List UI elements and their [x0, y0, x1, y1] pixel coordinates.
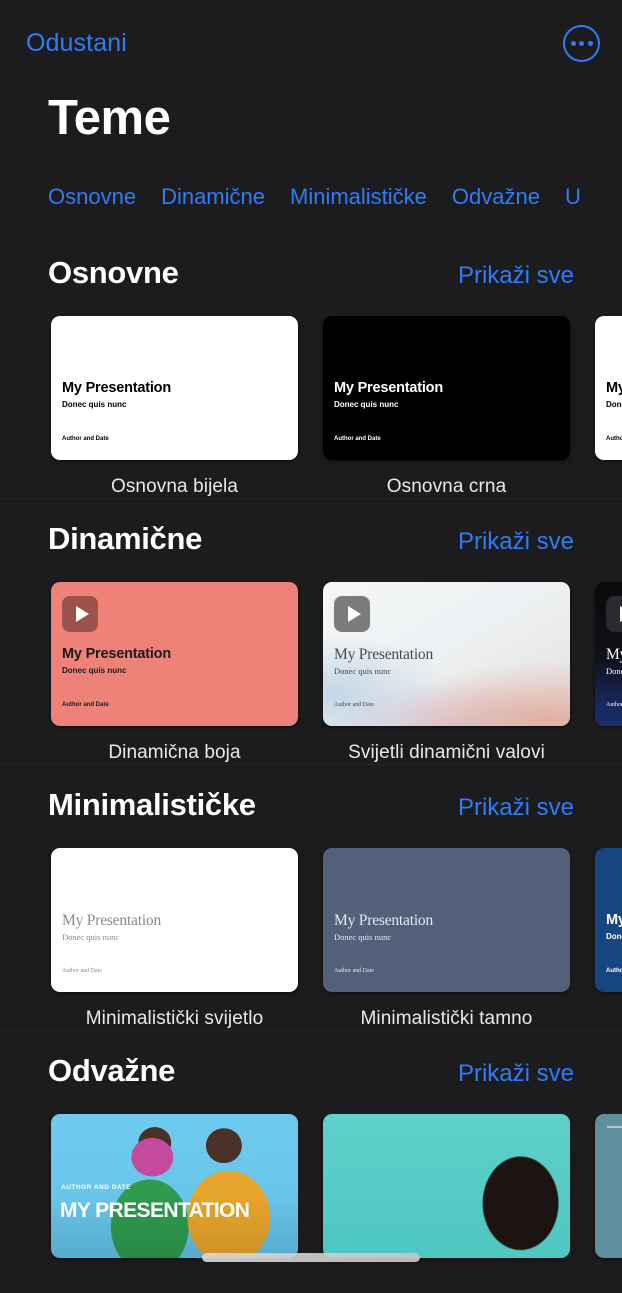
slide-author: Author and Date [62, 436, 109, 442]
theme-card[interactable] [323, 1114, 570, 1274]
slide-subtitle: Donec quis nunc [334, 932, 392, 942]
theme-thumbnail[interactable]: My Presentation Donec quis nunc Author and… [51, 582, 298, 726]
theme-card[interactable]: My Presentation Donec quis nunc Author and… [595, 582, 622, 764]
slide-subtitle: Donec quis nunc [606, 400, 622, 409]
theme-section: Odvažne Prikaži sve AUTHOR AND DATE MY PRES… [0, 1030, 622, 1274]
navigation-bar: Odustani [0, 0, 622, 86]
slide-author: AUTHOR AND DATE [61, 1184, 131, 1191]
section-header: Dinamične Prikaži sve [0, 521, 622, 557]
theme-card-row[interactable]: My Presentation Donec quis nunc Author and… [0, 316, 622, 498]
section-header: Osnovne Prikaži sve [0, 255, 622, 291]
slide-author: Author and Date [606, 436, 622, 442]
slide-subtitle: Donec quis nunc [334, 666, 392, 676]
theme-card[interactable]: My Presentation Donec quis nunc Author and… [51, 316, 298, 498]
tab-minimalističke[interactable]: Minimalističke [290, 184, 427, 210]
theme-card-label: Osnovna bijela [110, 476, 239, 497]
show-all-button[interactable]: Prikaži sve [458, 262, 574, 290]
theme-card[interactable]: My Presentation Donec quis nunc Author and… [595, 316, 622, 498]
slide-title: My Presentation [334, 380, 443, 396]
section-title: Odvažne [48, 1053, 176, 1088]
slide-subtitle: Donec quis nunc [62, 666, 127, 675]
slide-title: My Presentation [334, 646, 434, 663]
section-title: Dinamične [48, 521, 203, 556]
home-indicator[interactable] [202, 1253, 420, 1262]
more-dot-2 [579, 40, 584, 46]
theme-thumbnail[interactable]: My Presentation Donec quis nunc Author and… [595, 316, 622, 460]
theme-card-label: Minimalistički tamno [360, 1008, 533, 1029]
theme-card[interactable]: My Presentation Donec quis nunc Author and… [323, 316, 570, 498]
theme-card-label: Svijetli dinamični valovi [348, 742, 545, 763]
tab-u[interactable]: U [565, 184, 581, 210]
theme-card[interactable]: My Presentation Donec quis nunc Author and… [323, 582, 570, 764]
cancel-button[interactable]: Odustani [26, 29, 127, 58]
slide-title: My Presentation [606, 646, 622, 663]
theme-card[interactable]: My Presentation Donec quis nunc Author and… [595, 848, 622, 1030]
theme-thumbnail[interactable]: My Presentation Donec quis nunc Author and… [51, 316, 298, 460]
theme-thumbnail[interactable]: My Presentation Donec quis nunc Author and… [595, 848, 622, 992]
section-title: Minimalističke [48, 787, 256, 822]
slide-rule [607, 1126, 622, 1128]
theme-card-row[interactable]: My Presentation Donec quis nunc Author and… [0, 582, 622, 764]
slide-subtitle: Donec quis nunc [606, 666, 622, 676]
more-dot-3 [587, 40, 593, 46]
page-title: Teme [48, 91, 171, 145]
tab-osnovne[interactable]: Osnovne [48, 184, 136, 210]
theme-thumbnail[interactable]: My Presentation Donec quis nunc Author and… [323, 848, 570, 992]
theme-card-row[interactable]: My Presentation Donec quis nunc Author and… [0, 848, 622, 1030]
theme-card[interactable]: My Presentation Donec quis nunc Author and… [323, 848, 570, 1030]
slide-author: Author and Date [62, 702, 109, 708]
slide-title: My Presentation [606, 380, 622, 396]
slide-author: Author and Date [334, 436, 381, 442]
slide-author: Author and Date [606, 702, 622, 708]
theme-thumbnail[interactable]: AUTHOR AND DATE MY PRESENTATION [51, 1114, 298, 1258]
slide-author: Author and Date [62, 968, 102, 974]
slide-subtitle: Donec quis nunc [606, 932, 622, 941]
section-header: Odvažne Prikaži sve [0, 1053, 622, 1089]
theme-thumbnail[interactable]: My Presentation Donec quis nunc Author and… [323, 316, 570, 460]
theme-card-label: Minimalistički svijetlo [85, 1008, 264, 1029]
slide-author: Author and Date [606, 968, 622, 974]
theme-card[interactable] [595, 1114, 622, 1274]
theme-card-label: Dinamična boja [108, 742, 241, 763]
slide-subtitle: Donec quis nunc [62, 932, 120, 942]
theme-card-row[interactable]: AUTHOR AND DATE MY PRESENTATION [0, 1114, 622, 1274]
slide-title: My Presentation [62, 380, 171, 396]
play-icon [606, 596, 622, 632]
category-tab-strip[interactable]: Osnovne Dinamične Minimalističke Odvažne U [0, 181, 622, 213]
slide-title: My Presentation [62, 646, 171, 662]
play-icon [62, 596, 98, 632]
play-icon [334, 596, 370, 632]
slide-author: Author and Date [334, 702, 374, 708]
theme-thumbnail[interactable] [323, 1114, 570, 1258]
theme-thumbnail[interactable]: My Presentation Donec quis nunc Author and… [595, 582, 622, 726]
themes-picker-screen: Odustani Teme Osnovne Dinamične Minimalist… [0, 0, 622, 1293]
slide-subtitle: Donec quis nunc [62, 400, 127, 409]
tab-odvažne[interactable]: Odvažne [452, 184, 540, 210]
show-all-button[interactable]: Prikaži sve [458, 528, 574, 556]
slide-title: My Presentation [334, 912, 434, 929]
slide-author: Author and Date [334, 968, 374, 974]
section-header: Minimalističke Prikaži sve [0, 787, 622, 823]
section-title: Osnovne [48, 255, 179, 290]
theme-thumbnail[interactable]: My Presentation Donec quis nunc Author and… [323, 582, 570, 726]
theme-section: Minimalističke Prikaži sve My Presentation… [0, 764, 622, 1030]
theme-thumbnail[interactable]: My Presentation Donec quis nunc Author and… [51, 848, 298, 992]
more-dot-1 [570, 40, 576, 46]
show-all-button[interactable]: Prikaži sve [458, 794, 574, 822]
show-all-button[interactable]: Prikaži sve [458, 1060, 574, 1088]
theme-thumbnail[interactable] [595, 1114, 622, 1258]
theme-card[interactable]: AUTHOR AND DATE MY PRESENTATION [51, 1114, 298, 1274]
slide-title: MY PRESENTATION [60, 1199, 250, 1222]
theme-card-label: Osnovna crna [386, 476, 507, 497]
theme-card[interactable]: My Presentation Donec quis nunc Author and… [51, 848, 298, 1030]
theme-sections: Osnovne Prikaži sve My Presentation Donec q… [0, 233, 622, 1274]
tab-dinamične[interactable]: Dinamične [161, 184, 265, 210]
slide-subtitle: Donec quis nunc [334, 400, 399, 409]
more-circle-icon[interactable] [563, 24, 600, 62]
slide-title: My Presentation [606, 912, 622, 928]
slide-title: My Presentation [62, 912, 162, 929]
theme-section: Osnovne Prikaži sve My Presentation Donec q… [0, 233, 622, 498]
theme-card[interactable]: My Presentation Donec quis nunc Author and… [51, 582, 298, 764]
theme-section: Dinamične Prikaži sve My Presentation Donec… [0, 498, 622, 764]
